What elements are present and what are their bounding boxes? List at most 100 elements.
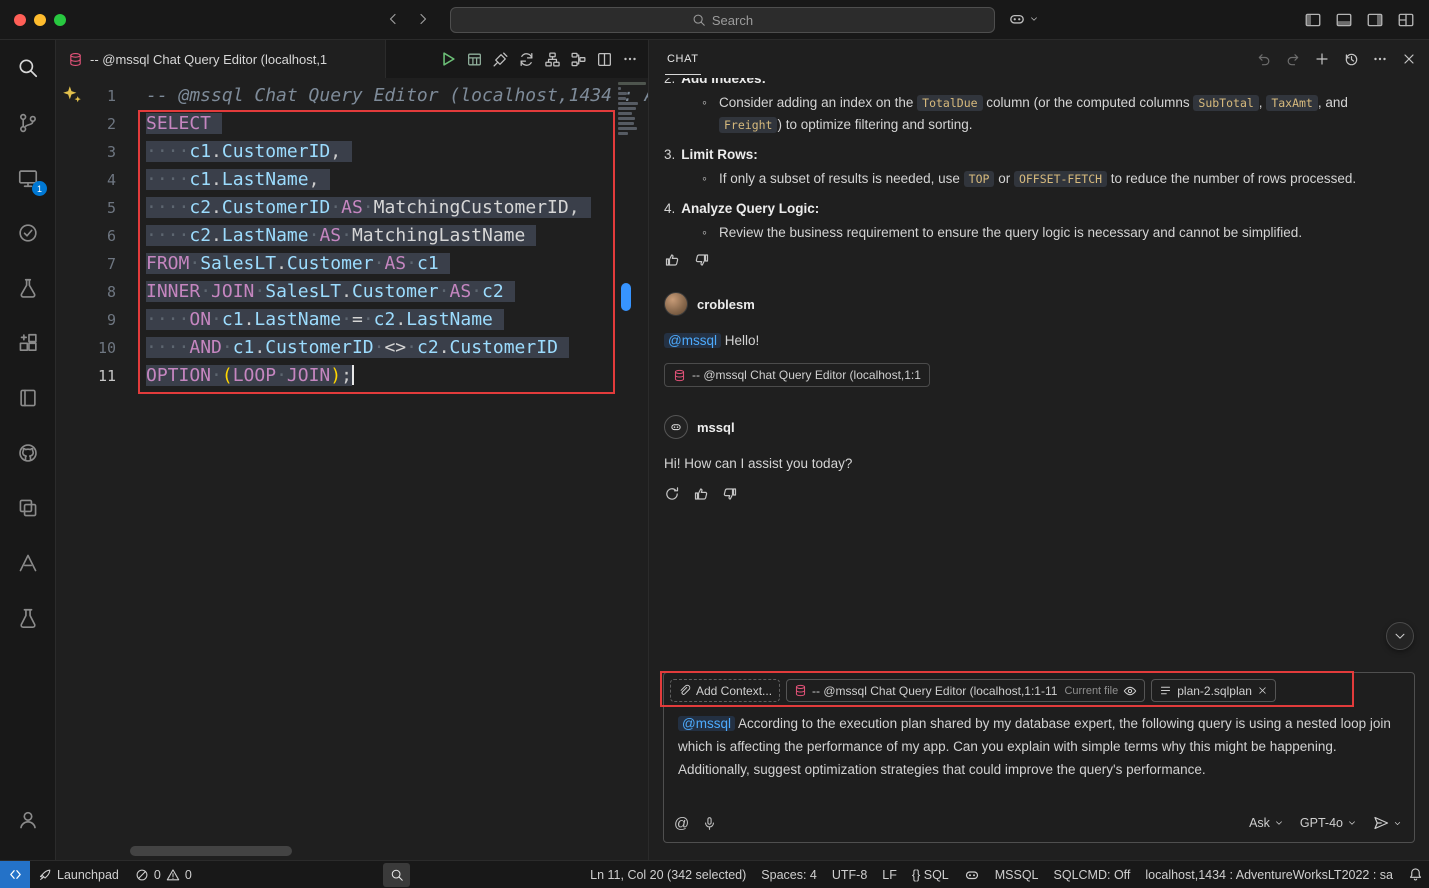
minimap[interactable] [618, 82, 648, 135]
sidebar-item-run-and-debug[interactable] [0, 260, 56, 315]
context-plan-chip[interactable]: plan-2.sqlplan [1151, 679, 1276, 702]
line-number: 10 [56, 334, 116, 362]
flask-icon [17, 607, 39, 629]
sidebar-item-accounts[interactable] [0, 792, 56, 847]
close-window-button[interactable] [14, 14, 26, 26]
book-icon [17, 387, 39, 409]
code-line[interactable]: 7FROM·SalesLT.Customer·AS·c1 [56, 250, 648, 278]
code-line[interactable]: 6····c2.LastName·AS·MatchingLastName [56, 222, 648, 250]
chat-panel-title[interactable]: CHAT [665, 43, 701, 75]
code-line[interactable]: 11OPTION·(LOOP·JOIN); [56, 362, 648, 390]
split-editor-icon[interactable] [596, 51, 613, 68]
problems-item[interactable]: 0 0 [127, 861, 200, 888]
database-icon [794, 684, 807, 697]
inline-code-chip: TotalDue [917, 95, 982, 111]
code-line[interactable]: 2SELECT [56, 110, 648, 138]
launchpad-item[interactable]: Launchpad [30, 861, 127, 888]
thumbs-down-icon[interactable] [694, 252, 710, 268]
estimated-plan-icon[interactable] [570, 51, 587, 68]
editor-horizontal-scrollbar[interactable] [130, 846, 292, 856]
title-bar: Search [0, 0, 1429, 40]
close-icon[interactable] [1401, 51, 1417, 67]
tab-chat-query-editor[interactable]: -- @mssql Chat Query Editor (localhost,1 [56, 40, 386, 78]
code-line[interactable]: 1-- @mssql Chat Query Editor (localhost,… [56, 82, 648, 110]
eye-icon[interactable] [1123, 684, 1137, 698]
thumbs-down-icon[interactable] [722, 486, 738, 502]
chat-conversation: 2.Add Indexes:◦Consider adding an index … [664, 78, 1414, 652]
tab-title: -- @mssql Chat Query Editor (localhost,1 [90, 52, 327, 67]
sidebar-item-prompt[interactable] [0, 535, 56, 590]
sidebar-item-remote-explorer[interactable]: 1 [0, 150, 56, 205]
results-grid-icon[interactable] [466, 51, 483, 68]
scrollbar-decoration[interactable] [621, 283, 631, 311]
run-query-button[interactable] [439, 50, 457, 68]
copilot-status-icon[interactable] [964, 867, 980, 883]
thumbs-up-icon[interactable] [664, 252, 680, 268]
sidebar-item-search[interactable] [0, 40, 56, 95]
connection-item[interactable]: localhost,1434 : AdventureWorksLT2022 : … [1145, 868, 1393, 882]
more-actions-icon[interactable] [622, 51, 638, 67]
scroll-to-bottom-button[interactable] [1386, 622, 1414, 650]
chat-input-text[interactable]: @mssql According to the execution plan s… [664, 702, 1414, 781]
sidebar-item-notebook[interactable] [0, 370, 56, 425]
sidebar-item-database-projects[interactable] [0, 590, 56, 645]
back-arrow-icon[interactable] [385, 11, 401, 27]
chat-more-icon[interactable] [1372, 51, 1388, 67]
sidebar-item-layouts[interactable] [0, 480, 56, 535]
add-context-label: Add Context... [696, 684, 772, 698]
regenerate-icon[interactable] [664, 486, 680, 502]
user-message: @mssql Hello! [664, 330, 1414, 351]
customize-layout-icon[interactable] [1397, 11, 1415, 29]
file-lines-icon [1159, 684, 1172, 697]
schema-visualize-icon[interactable] [544, 51, 561, 68]
line-number: 11 [56, 362, 116, 390]
sidebar-item-extensions[interactable] [0, 315, 56, 370]
code-line[interactable]: 10····AND·c1.CustomerID·<>·c2.CustomerID [56, 334, 648, 362]
code-line[interactable]: 8INNER·JOIN·SalesLT.Customer·AS·c2 [56, 278, 648, 306]
code-editor[interactable]: 1-- @mssql Chat Query Editor (localhost,… [56, 78, 648, 860]
code-line[interactable]: 4····c1.LastName, [56, 166, 648, 194]
indentation-item[interactable]: Spaces: 4 [761, 868, 817, 882]
context-file-chip[interactable]: -- @mssql Chat Query Editor (localhost,1… [786, 679, 1145, 702]
mention-icon[interactable]: @ [674, 815, 689, 832]
chat-history-icon[interactable] [1343, 51, 1359, 67]
toggle-secondary-sidebar-icon[interactable] [1366, 11, 1384, 29]
thumbs-up-icon[interactable] [693, 486, 709, 502]
add-context-button[interactable]: Add Context... [670, 679, 780, 702]
new-chat-icon[interactable] [1314, 51, 1330, 67]
source-control-icon [17, 112, 39, 134]
code-line[interactable]: 3····c1.CustomerID, [56, 138, 648, 166]
maximize-window-button[interactable] [54, 14, 66, 26]
forward-arrow-icon[interactable] [415, 11, 431, 27]
chat-input-box[interactable]: Add Context... -- @mssql Chat Query Edit… [663, 672, 1415, 843]
context-plan-label: plan-2.sqlplan [1177, 684, 1252, 698]
code-line[interactable]: 5····c2.CustomerID·AS·MatchingCustomerID… [56, 194, 648, 222]
model-dropdown[interactable]: GPT-4o [1300, 816, 1357, 830]
remove-attachment-icon[interactable] [1257, 685, 1268, 696]
sidebar-item-testing[interactable] [0, 205, 56, 260]
toggle-panel-icon[interactable] [1335, 11, 1353, 29]
redo-icon[interactable] [1285, 51, 1301, 67]
language-item[interactable]: {} SQL [912, 868, 949, 882]
code-line[interactable]: 9····ON·c1.LastName·=·c2.LastName [56, 306, 648, 334]
message-attachment-pill[interactable]: -- @mssql Chat Query Editor (localhost,1… [664, 363, 930, 387]
toggle-primary-sidebar-icon[interactable] [1304, 11, 1322, 29]
command-center-search[interactable]: Search [450, 7, 995, 33]
undo-icon[interactable] [1256, 51, 1272, 67]
encoding-item[interactable]: UTF-8 [832, 868, 867, 882]
bell-icon[interactable] [1408, 867, 1423, 882]
copilot-menu-button[interactable] [1008, 10, 1039, 28]
sidebar-item-source-control[interactable] [0, 95, 56, 150]
connection-plug-icon[interactable] [492, 51, 509, 68]
cursor-position-item[interactable]: Ln 11, Col 20 (342 selected) [590, 868, 746, 882]
mic-icon[interactable] [702, 816, 717, 831]
sqlcmd-item[interactable]: SQLCMD: Off [1054, 868, 1131, 882]
mssql-item[interactable]: MSSQL [995, 868, 1039, 882]
change-connection-icon[interactable] [518, 51, 535, 68]
remote-indicator-button[interactable] [0, 861, 30, 888]
sidebar-item-github[interactable] [0, 425, 56, 480]
send-button[interactable] [1373, 815, 1402, 831]
minimize-window-button[interactable] [34, 14, 46, 26]
eol-item[interactable]: LF [882, 868, 897, 882]
mode-dropdown[interactable]: Ask [1249, 816, 1284, 830]
